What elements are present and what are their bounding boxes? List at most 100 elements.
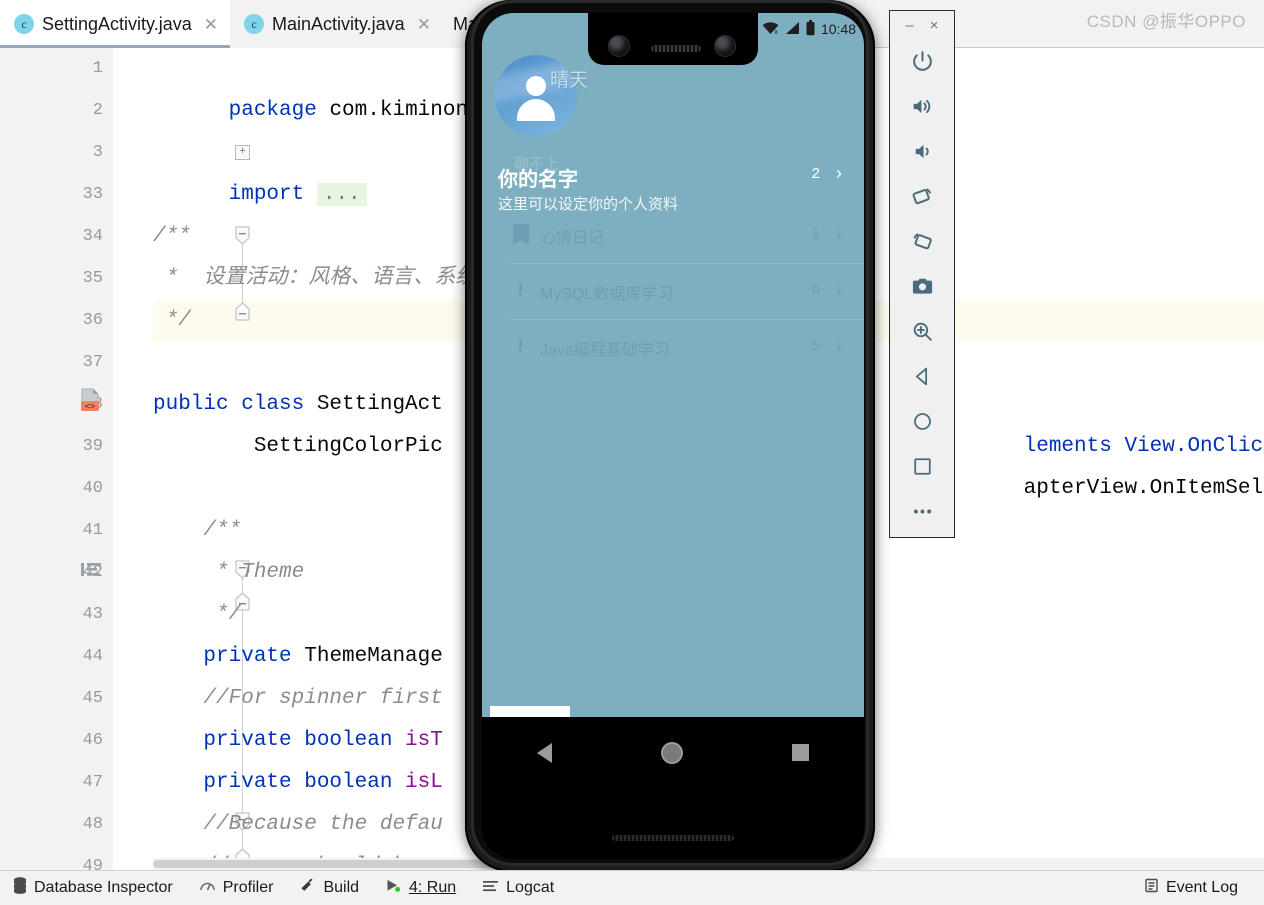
line-number: 39 <box>82 437 103 456</box>
list-item-label: 心情日记 <box>540 230 605 247</box>
close-icon[interactable]: ✕ <box>417 16 431 33</box>
status-item-run[interactable]: 4: Run <box>372 878 469 898</box>
code-comment: //For spinner first <box>153 687 443 710</box>
line-number: 46 <box>82 731 103 750</box>
line-number: 49 <box>82 857 103 870</box>
list-item[interactable]: 心情日记 1 › <box>482 209 864 264</box>
line-number: 35 <box>82 269 103 288</box>
chevron-right-icon: › <box>836 335 842 355</box>
tab-setting-activity[interactable]: c SettingActivity.java ✕ <box>0 0 230 48</box>
code-folding-gutter[interactable]: + <box>113 48 250 870</box>
status-item-event-log[interactable]: Event Log <box>1131 878 1264 898</box>
database-icon <box>13 877 27 899</box>
code-text-run: SettingColorPic <box>153 435 443 458</box>
more-icon[interactable] <box>900 489 944 534</box>
tab-label: MainActivity.java <box>271 13 405 34</box>
list-item-count: 6 <box>811 281 820 298</box>
code-fragment-right: apterView.OnItemSelecte <box>1023 477 1264 500</box>
exclamation-icon: ! <box>517 280 524 302</box>
code-comment: /** <box>153 225 191 248</box>
line-number: 33 <box>82 185 103 204</box>
java-class-icon: c <box>243 14 264 34</box>
nav-home-icon[interactable] <box>660 741 683 764</box>
status-item-logcat[interactable]: Logcat <box>469 879 567 898</box>
ide-status-bar: Database Inspector Profiler Build 4: Run… <box>0 870 1264 905</box>
line-number: 3 <box>92 143 103 162</box>
line-number-gutter: 1 2 3 33 34 35 36 37 38 39 40 41 42 43 4… <box>0 48 113 870</box>
reformat-marker-icon[interactable] <box>80 561 102 579</box>
list-item-label: Java编程基础学习 <box>540 342 670 359</box>
bottom-speaker-grill <box>612 835 734 841</box>
status-item-profiler[interactable]: Profiler <box>186 878 287 898</box>
profiler-icon <box>199 878 216 898</box>
run-icon <box>385 878 402 898</box>
overview-icon[interactable] <box>900 444 944 489</box>
code-keyword: private <box>153 645 305 668</box>
java-bean-marker-icon[interactable]: <> <box>78 388 104 414</box>
status-item-database-inspector[interactable]: Database Inspector <box>0 877 186 899</box>
line-number: 43 <box>82 605 103 624</box>
device-bezel: x 10:48 晴天 聊不上 2 › 你的名字 这里可以设定你的个人资料 心情日… <box>471 0 869 866</box>
status-item-label: Database Inspector <box>34 879 173 896</box>
emulator-window-controls: – × <box>890 11 954 39</box>
rotate-right-icon[interactable] <box>900 219 944 264</box>
volume-up-icon[interactable] <box>900 84 944 129</box>
battery-icon <box>806 19 815 39</box>
chevron-right-icon: › <box>836 223 842 243</box>
list-item-label: MySQL数据库学习 <box>540 286 674 303</box>
list-item-count: 5 <box>811 337 820 354</box>
bookmark-icon <box>513 224 529 245</box>
minimize-icon[interactable]: – <box>905 17 913 34</box>
code-comment: */ <box>153 603 242 626</box>
front-camera-icon <box>714 35 736 57</box>
line-number: 44 <box>82 647 103 666</box>
back-icon[interactable] <box>900 354 944 399</box>
camera-icon[interactable] <box>900 264 944 309</box>
zoom-icon[interactable] <box>900 309 944 354</box>
close-icon[interactable]: × <box>930 17 939 34</box>
app-window[interactable]: x 10:48 晴天 聊不上 2 › 你的名字 这里可以设定你的个人资料 心情日… <box>482 13 864 788</box>
android-emulator-device[interactable]: x 10:48 晴天 聊不上 2 › 你的名字 这里可以设定你的个人资料 心情日… <box>465 0 875 872</box>
rotate-left-icon[interactable] <box>900 174 944 219</box>
code-comment: */ <box>153 309 191 332</box>
code-comment: //Because the defau <box>153 813 443 836</box>
code-text-run: ThemeManage <box>304 645 443 668</box>
front-camera-icon <box>608 35 630 57</box>
chevron-right-icon: › <box>836 163 842 183</box>
cellular-signal-icon <box>785 21 800 38</box>
code-field: isT <box>405 729 443 752</box>
status-item-label: 4: Run <box>409 879 457 896</box>
status-item-build[interactable]: Build <box>286 877 372 899</box>
code-keyword: public class <box>153 393 317 416</box>
list-divider <box>509 263 864 264</box>
status-item-label: Logcat <box>506 879 555 896</box>
status-item-label: Profiler <box>222 879 274 896</box>
line-number: 45 <box>82 689 103 708</box>
earpiece-speaker <box>651 45 701 52</box>
nav-recents-icon[interactable] <box>792 744 810 761</box>
status-item-label: Build <box>323 879 360 896</box>
power-icon[interactable] <box>900 39 944 84</box>
code-folded-imports[interactable]: ... <box>316 183 367 206</box>
code-keyword: private boolean <box>153 771 406 794</box>
tab-label: SettingActivity.java <box>42 13 192 34</box>
android-status-bar: x 10:48 <box>762 18 856 40</box>
line-number: 40 <box>82 479 103 498</box>
tab-main-activity[interactable]: c MainActivity.java ✕ <box>229 0 443 48</box>
code-text-run: SettingAct <box>316 393 443 416</box>
nav-back-icon[interactable] <box>536 742 552 763</box>
volume-down-icon[interactable] <box>900 129 944 174</box>
emulator-toolbar[interactable]: – × <box>889 10 955 538</box>
android-navigation-bar[interactable] <box>482 717 864 788</box>
home-icon[interactable] <box>900 399 944 444</box>
event-log-icon <box>1144 878 1159 898</box>
list-item[interactable]: ! Java编程基础学习 5 › <box>482 321 864 376</box>
list-item[interactable]: ! MySQL数据库学习 6 › <box>482 265 864 320</box>
device-screen[interactable]: x 10:48 晴天 聊不上 2 › 你的名字 这里可以设定你的个人资料 心情日… <box>482 13 864 859</box>
close-icon[interactable]: ✕ <box>204 16 218 33</box>
ghost-row-count: 2 <box>811 165 820 182</box>
weather-label: 晴天 <box>550 70 589 91</box>
java-class-icon: c <box>14 14 34 34</box>
svg-text:x: x <box>774 28 778 35</box>
chevron-right-icon: › <box>836 279 842 299</box>
